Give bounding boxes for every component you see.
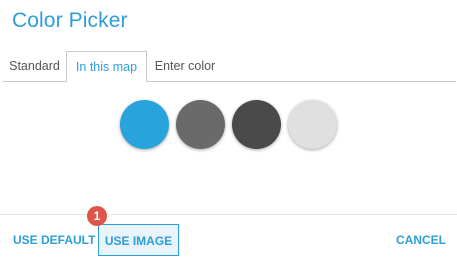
step-marker-badge: 1 <box>87 206 107 226</box>
swatch-blue[interactable] <box>120 100 169 149</box>
dialog-title: Color Picker <box>12 9 128 32</box>
tab-enter-color[interactable]: Enter color <box>147 51 223 82</box>
tab-in-this-map[interactable]: In this map <box>66 51 147 82</box>
swatch-light-gray[interactable] <box>288 100 337 149</box>
tab-bar: Standard In this map Enter color <box>3 51 456 82</box>
swatch-medium-gray[interactable] <box>176 100 225 149</box>
swatch-dark-gray[interactable] <box>232 100 281 149</box>
use-default-button[interactable]: USE DEFAULT <box>13 224 95 256</box>
cancel-button[interactable]: CANCEL <box>396 224 446 256</box>
footer-divider <box>0 214 457 215</box>
tab-standard[interactable]: Standard <box>3 51 66 82</box>
use-image-button[interactable]: USE IMAGE <box>98 224 179 256</box>
